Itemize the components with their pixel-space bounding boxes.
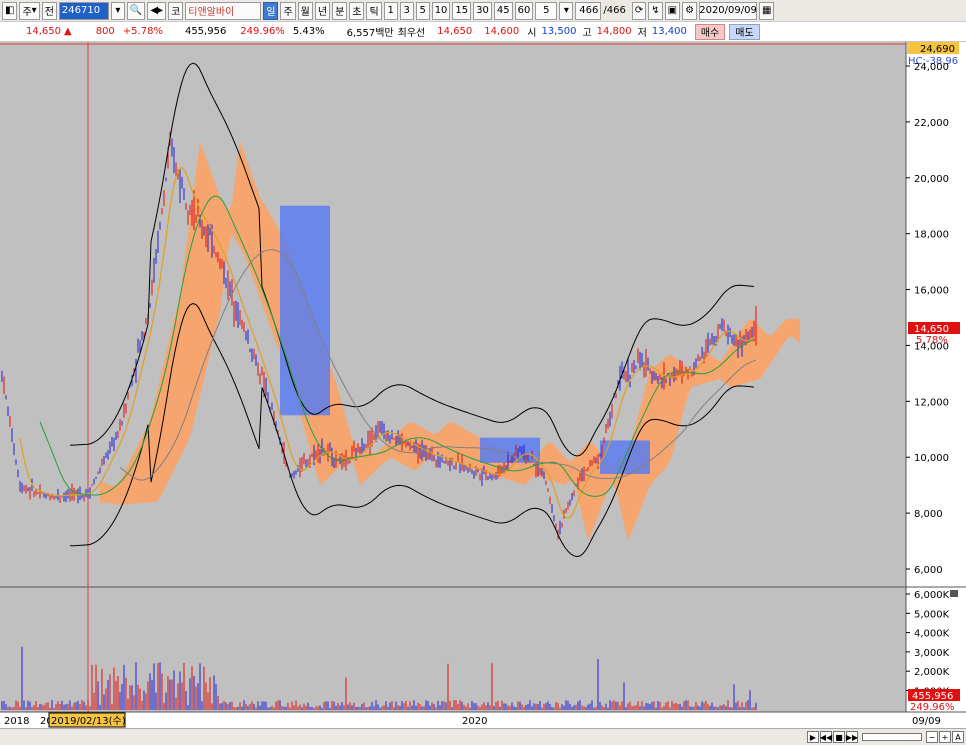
- volume-tick-label: 5,000K: [914, 609, 950, 620]
- volume-ratio: 249.96%: [240, 26, 285, 37]
- open-price: 13,500: [541, 26, 577, 37]
- turnover-rate: 5.43%: [292, 26, 325, 37]
- sell-button[interactable]: 매도: [729, 23, 760, 40]
- auto-fit-icon[interactable]: A: [952, 731, 964, 743]
- best-ask: 14,650: [437, 26, 473, 37]
- current-volume-pct: 249.96%: [910, 702, 955, 713]
- market-badge: 코: [168, 1, 184, 20]
- scroll-slider[interactable]: [862, 733, 922, 741]
- price-tick-label: 24,000: [914, 62, 949, 73]
- best-bid: 14,600: [484, 26, 520, 37]
- low-label: 저: [637, 28, 647, 39]
- period-tab-tick[interactable]: 틱: [366, 1, 382, 20]
- current-price-axis-label: 14,650: [914, 324, 949, 335]
- max-price-label: 24,690: [920, 44, 955, 55]
- price-pane[interactable]: [0, 42, 906, 587]
- pane-menu-icon[interactable]: [950, 590, 958, 597]
- data-count-input[interactable]: 466: [575, 1, 602, 20]
- sound-icon[interactable]: ◀▸: [147, 1, 167, 20]
- open-label: 시: [527, 28, 537, 39]
- interval-1[interactable]: 1: [383, 1, 398, 20]
- low-price: 13,400: [651, 26, 687, 37]
- current-volume-label: 455,956: [912, 691, 953, 702]
- cursor-date-label: 2019/02/13(수): [51, 715, 126, 727]
- price-change: 800: [95, 26, 115, 37]
- interval-dropdown-icon[interactable]: ▾: [559, 1, 574, 20]
- data-count-total: /466: [603, 5, 626, 16]
- interval-30[interactable]: 30: [473, 1, 492, 20]
- cloud-down-area: [480, 437, 540, 463]
- period-selector[interactable]: 주 ▾: [19, 1, 40, 20]
- volume-value: 455,956: [184, 26, 227, 37]
- interval-60[interactable]: 60: [514, 1, 534, 20]
- interval-45[interactable]: 45: [493, 1, 513, 20]
- layout-icon[interactable]: ◧: [2, 1, 18, 20]
- up-triangle-icon: ▲: [64, 26, 72, 37]
- interval-10[interactable]: 10: [431, 1, 451, 20]
- period-tab-year[interactable]: 년: [314, 1, 331, 20]
- play-icon[interactable]: ▶: [807, 731, 819, 743]
- stock-chart[interactable]: 24,690 HC:-38.96 24,00022,00020,00018,00…: [0, 42, 966, 728]
- price-tick-label: 6,000: [914, 565, 943, 576]
- interval-5[interactable]: 5: [415, 1, 430, 20]
- cloud-down-area: [280, 205, 330, 416]
- change-percent: +5.78%: [122, 26, 163, 37]
- high-label: 고: [582, 28, 592, 39]
- last-date-label: 09/09: [912, 716, 941, 727]
- code-dropdown-icon[interactable]: ▾: [110, 1, 125, 20]
- zoom-out-icon[interactable]: −: [926, 731, 938, 743]
- date-input[interactable]: 2020/09/09: [699, 1, 758, 20]
- price-tick-label: 18,000: [914, 230, 949, 241]
- volume-tick-label: 3,000K: [914, 648, 950, 659]
- current-pct-axis-label: 5.78%: [916, 335, 948, 346]
- period-tab-week[interactable]: 주: [280, 1, 296, 20]
- price-tick-label: 20,000: [914, 174, 949, 185]
- chart-toolbar: ◧ 주 ▾ 전 246710 ▾ 🔍 ◀▸ 코 티앤알바이 일 주 월 년 분 초…: [0, 0, 966, 22]
- zoom-in-icon[interactable]: +: [939, 731, 951, 743]
- price-tick-label: 12,000: [914, 397, 949, 408]
- best-quote-label: 최우선: [397, 28, 426, 39]
- interval-15[interactable]: 15: [452, 1, 472, 20]
- volume-tick-label: 6,000K: [914, 590, 950, 601]
- stock-name-field[interactable]: 티앤알바이: [185, 1, 262, 20]
- interval-3[interactable]: 3: [399, 1, 414, 20]
- volume-tick-label: 2,000K: [914, 667, 950, 678]
- stock-code-input[interactable]: 246710: [58, 1, 109, 20]
- calendar-icon[interactable]: ▦: [759, 1, 775, 20]
- period-tab-second[interactable]: 초: [349, 1, 365, 20]
- save-icon[interactable]: ▣: [664, 1, 681, 20]
- buy-button[interactable]: 매수: [694, 23, 726, 40]
- quote-bar: 14,650 ▲ 800 +5.78% 455,956 249.96% 5.43…: [0, 22, 966, 42]
- interval-value-input[interactable]: 5: [535, 1, 558, 20]
- price-tick-label: 22,000: [914, 118, 949, 129]
- price-tick-label: 10,000: [914, 453, 949, 464]
- high-price: 14,800: [596, 26, 632, 37]
- trade-amount: 6,557백만: [346, 28, 394, 39]
- time-label-2018: 2018: [4, 716, 29, 727]
- period-tab-minute[interactable]: 분: [332, 1, 348, 20]
- stop-icon[interactable]: ■: [833, 731, 845, 743]
- draw-tool-icon[interactable]: ↯: [648, 1, 663, 20]
- period-tab-day[interactable]: 일: [263, 1, 279, 20]
- chart-navigation-bar: ▶ ◀◀ ■ ▶▶ − + A: [0, 728, 966, 745]
- price-tick-label: 8,000: [914, 509, 943, 520]
- market-selector[interactable]: 전: [41, 1, 57, 20]
- refresh-icon[interactable]: ⟳: [631, 1, 647, 20]
- volume-tick-label: 4,000K: [914, 629, 950, 640]
- search-icon[interactable]: 🔍: [126, 1, 146, 20]
- time-label-2020: 2020: [462, 716, 487, 727]
- fast-forward-icon[interactable]: ▶▶: [846, 731, 858, 743]
- rewind-icon[interactable]: ◀◀: [820, 731, 832, 743]
- gear-icon[interactable]: ⚙: [682, 1, 698, 20]
- current-price: 14,650: [26, 26, 61, 37]
- price-tick-label: 16,000: [914, 286, 949, 297]
- period-tab-month[interactable]: 월: [297, 1, 313, 20]
